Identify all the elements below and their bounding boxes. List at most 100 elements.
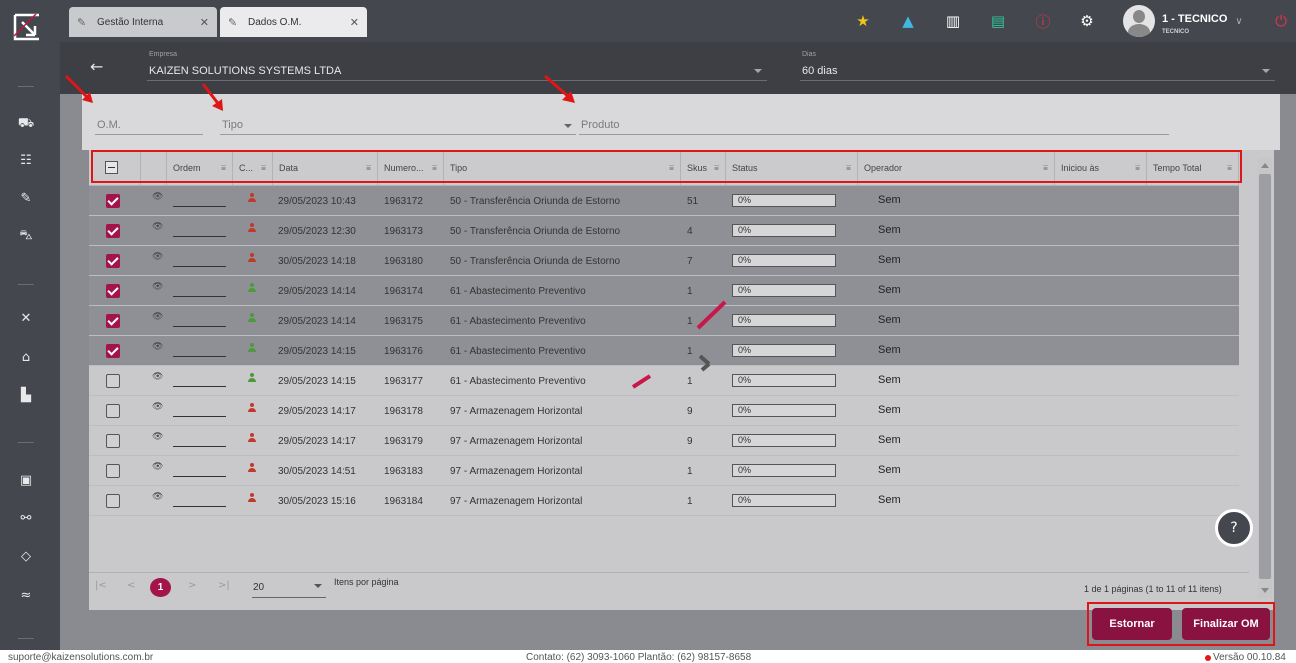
empresa-select[interactable]: KAIZEN SOLUTIONS SYSTEMS LTDA bbox=[149, 65, 341, 77]
gear-icon[interactable]: ⚙ bbox=[1077, 11, 1097, 31]
eye-icon[interactable]: 👁 bbox=[152, 342, 163, 352]
eye-icon[interactable]: 👁 bbox=[152, 402, 163, 412]
ordem-input[interactable] bbox=[173, 356, 226, 357]
support-email[interactable]: suporte@kaizensolutions.com.br bbox=[8, 652, 153, 663]
row-checkbox[interactable] bbox=[106, 254, 120, 268]
eye-icon[interactable]: 👁 bbox=[152, 372, 163, 382]
row-checkbox[interactable] bbox=[106, 374, 120, 388]
status-progress-bar: 0% bbox=[732, 194, 836, 207]
table-row[interactable]: 👁 29/05/2023 14:17 1963178 97 - Armazenagem… bbox=[89, 396, 1239, 426]
row-checkbox[interactable] bbox=[106, 194, 120, 208]
row-checkbox[interactable] bbox=[106, 434, 120, 448]
ordem-input[interactable] bbox=[173, 326, 226, 327]
row-checkbox[interactable] bbox=[106, 464, 120, 478]
first-page-icon[interactable]: |< bbox=[95, 580, 107, 591]
user-name[interactable]: 1 - TECNICO bbox=[1162, 13, 1227, 25]
ordem-input[interactable] bbox=[173, 506, 226, 507]
row-checkbox[interactable] bbox=[106, 404, 120, 418]
row-checkbox[interactable] bbox=[106, 494, 120, 508]
sidebar-divider bbox=[18, 86, 34, 87]
caret-down-icon[interactable] bbox=[314, 584, 322, 588]
cell-numero: 1963180 bbox=[384, 255, 423, 267]
cell-data: 29/05/2023 14:15 bbox=[278, 375, 356, 387]
dashboard-icon[interactable]: ▤ bbox=[988, 11, 1008, 31]
close-icon[interactable]: ✕ bbox=[200, 16, 209, 29]
ordem-input[interactable] bbox=[173, 416, 226, 417]
tools-icon[interactable]: ✕ bbox=[16, 308, 36, 328]
star-icon[interactable]: ★ bbox=[853, 11, 873, 31]
map-icon[interactable]: ▥ bbox=[943, 11, 963, 31]
forklift-icon[interactable]: ⛍ bbox=[16, 226, 36, 246]
table-row[interactable]: 👁 30/05/2023 14:18 1963180 50 - Transferênc… bbox=[89, 246, 1239, 276]
avatar[interactable] bbox=[1123, 5, 1155, 37]
ordem-input[interactable] bbox=[173, 446, 226, 447]
table-row[interactable]: 👁 29/05/2023 14:17 1963179 97 - Armazenagem… bbox=[89, 426, 1239, 456]
help-circle-icon[interactable]: ⓘ bbox=[1033, 11, 1053, 31]
scroll-down-icon[interactable] bbox=[1261, 588, 1269, 593]
tab-gestao-interna[interactable]: ✎ Gestão Interna ✕ bbox=[69, 7, 217, 37]
user-role: TECNICO bbox=[1162, 29, 1189, 35]
caret-down-icon[interactable] bbox=[754, 69, 762, 73]
table-row[interactable]: 👁 29/05/2023 12:30 1963173 50 - Transferênc… bbox=[89, 216, 1239, 246]
eye-icon[interactable]: 👁 bbox=[152, 192, 163, 202]
caret-down-icon[interactable] bbox=[564, 124, 572, 128]
scroll-thumb[interactable] bbox=[1259, 174, 1271, 579]
tab-dados-om[interactable]: ✎ Dados O.M. ✕ bbox=[220, 7, 367, 37]
ordem-input[interactable] bbox=[173, 206, 226, 207]
chevron-down-icon[interactable]: ∨ bbox=[1229, 11, 1249, 31]
eye-icon[interactable]: 👁 bbox=[152, 282, 163, 292]
ordem-input[interactable] bbox=[173, 236, 226, 237]
page-button-active[interactable]: 1 bbox=[150, 578, 171, 597]
close-icon[interactable]: ✕ bbox=[350, 16, 359, 29]
operator-person-icon bbox=[247, 373, 257, 383]
graduation-icon[interactable]: ▲ bbox=[898, 11, 918, 31]
eye-icon[interactable]: 👁 bbox=[152, 492, 163, 502]
cell-numero: 1963174 bbox=[384, 285, 423, 297]
row-checkbox[interactable] bbox=[106, 344, 120, 358]
grid-scrollbar[interactable] bbox=[1258, 158, 1272, 598]
ordem-input[interactable] bbox=[173, 476, 226, 477]
top-bar: ✎ Gestão Interna ✕ ✎ Dados O.M. ✕ bbox=[60, 0, 1296, 42]
cell-skus: 1 bbox=[687, 495, 693, 507]
row-checkbox[interactable] bbox=[106, 224, 120, 238]
prev-page-icon[interactable]: < bbox=[127, 580, 135, 591]
operator-person-icon bbox=[247, 193, 257, 203]
cell-operador: Sem bbox=[878, 494, 901, 506]
row-checkbox[interactable] bbox=[106, 314, 120, 328]
truck-icon[interactable]: ⛟ bbox=[16, 114, 36, 134]
next-page-icon[interactable]: > bbox=[188, 580, 196, 591]
document-icon[interactable]: ✎ bbox=[16, 188, 36, 208]
last-page-icon[interactable]: >| bbox=[218, 580, 230, 591]
table-row[interactable]: 👁 30/05/2023 15:16 1963184 97 - Armazenagem… bbox=[89, 486, 1239, 516]
app-logo[interactable] bbox=[12, 12, 42, 42]
table-row[interactable]: 👁 30/05/2023 14:51 1963183 97 - Armazenagem… bbox=[89, 456, 1239, 486]
ordem-input[interactable] bbox=[173, 296, 226, 297]
cell-skus: 9 bbox=[687, 405, 693, 417]
eye-icon[interactable]: 👁 bbox=[152, 462, 163, 472]
building-icon[interactable]: ▙ bbox=[16, 385, 36, 405]
scroll-up-icon[interactable] bbox=[1261, 163, 1269, 168]
logout-icon[interactable]: ⏻ bbox=[1271, 11, 1291, 31]
operator-person-icon bbox=[247, 343, 257, 353]
eye-icon[interactable]: 👁 bbox=[152, 432, 163, 442]
warehouse-icon[interactable]: ⌂ bbox=[16, 347, 36, 367]
tag-icon[interactable]: ◇ bbox=[16, 546, 36, 566]
report-icon[interactable]: ▣ bbox=[16, 470, 36, 490]
caret-down-icon[interactable] bbox=[1262, 69, 1270, 73]
table-row[interactable]: 👁 29/05/2023 10:43 1963172 50 - Transferênc… bbox=[89, 186, 1239, 216]
chart-icon[interactable]: ≈ bbox=[16, 585, 36, 605]
ordem-input[interactable] bbox=[173, 386, 226, 387]
hierarchy-icon[interactable]: ☷ bbox=[16, 150, 36, 170]
produto-input[interactable]: Produto bbox=[581, 119, 620, 131]
help-chat-button[interactable]: ? bbox=[1215, 509, 1253, 547]
eye-icon[interactable]: 👁 bbox=[152, 222, 163, 232]
om-input[interactable]: O.M. bbox=[97, 119, 121, 131]
eye-icon[interactable]: 👁 bbox=[152, 312, 163, 322]
ordem-input[interactable] bbox=[173, 266, 226, 267]
eye-icon[interactable]: 👁 bbox=[152, 252, 163, 262]
page-size-select[interactable]: 20 bbox=[253, 582, 264, 593]
network-icon[interactable]: ⚯ bbox=[16, 508, 36, 528]
tipo-select[interactable]: Tipo bbox=[222, 119, 243, 131]
dias-select[interactable]: 60 dias bbox=[802, 65, 837, 77]
row-checkbox[interactable] bbox=[106, 284, 120, 298]
